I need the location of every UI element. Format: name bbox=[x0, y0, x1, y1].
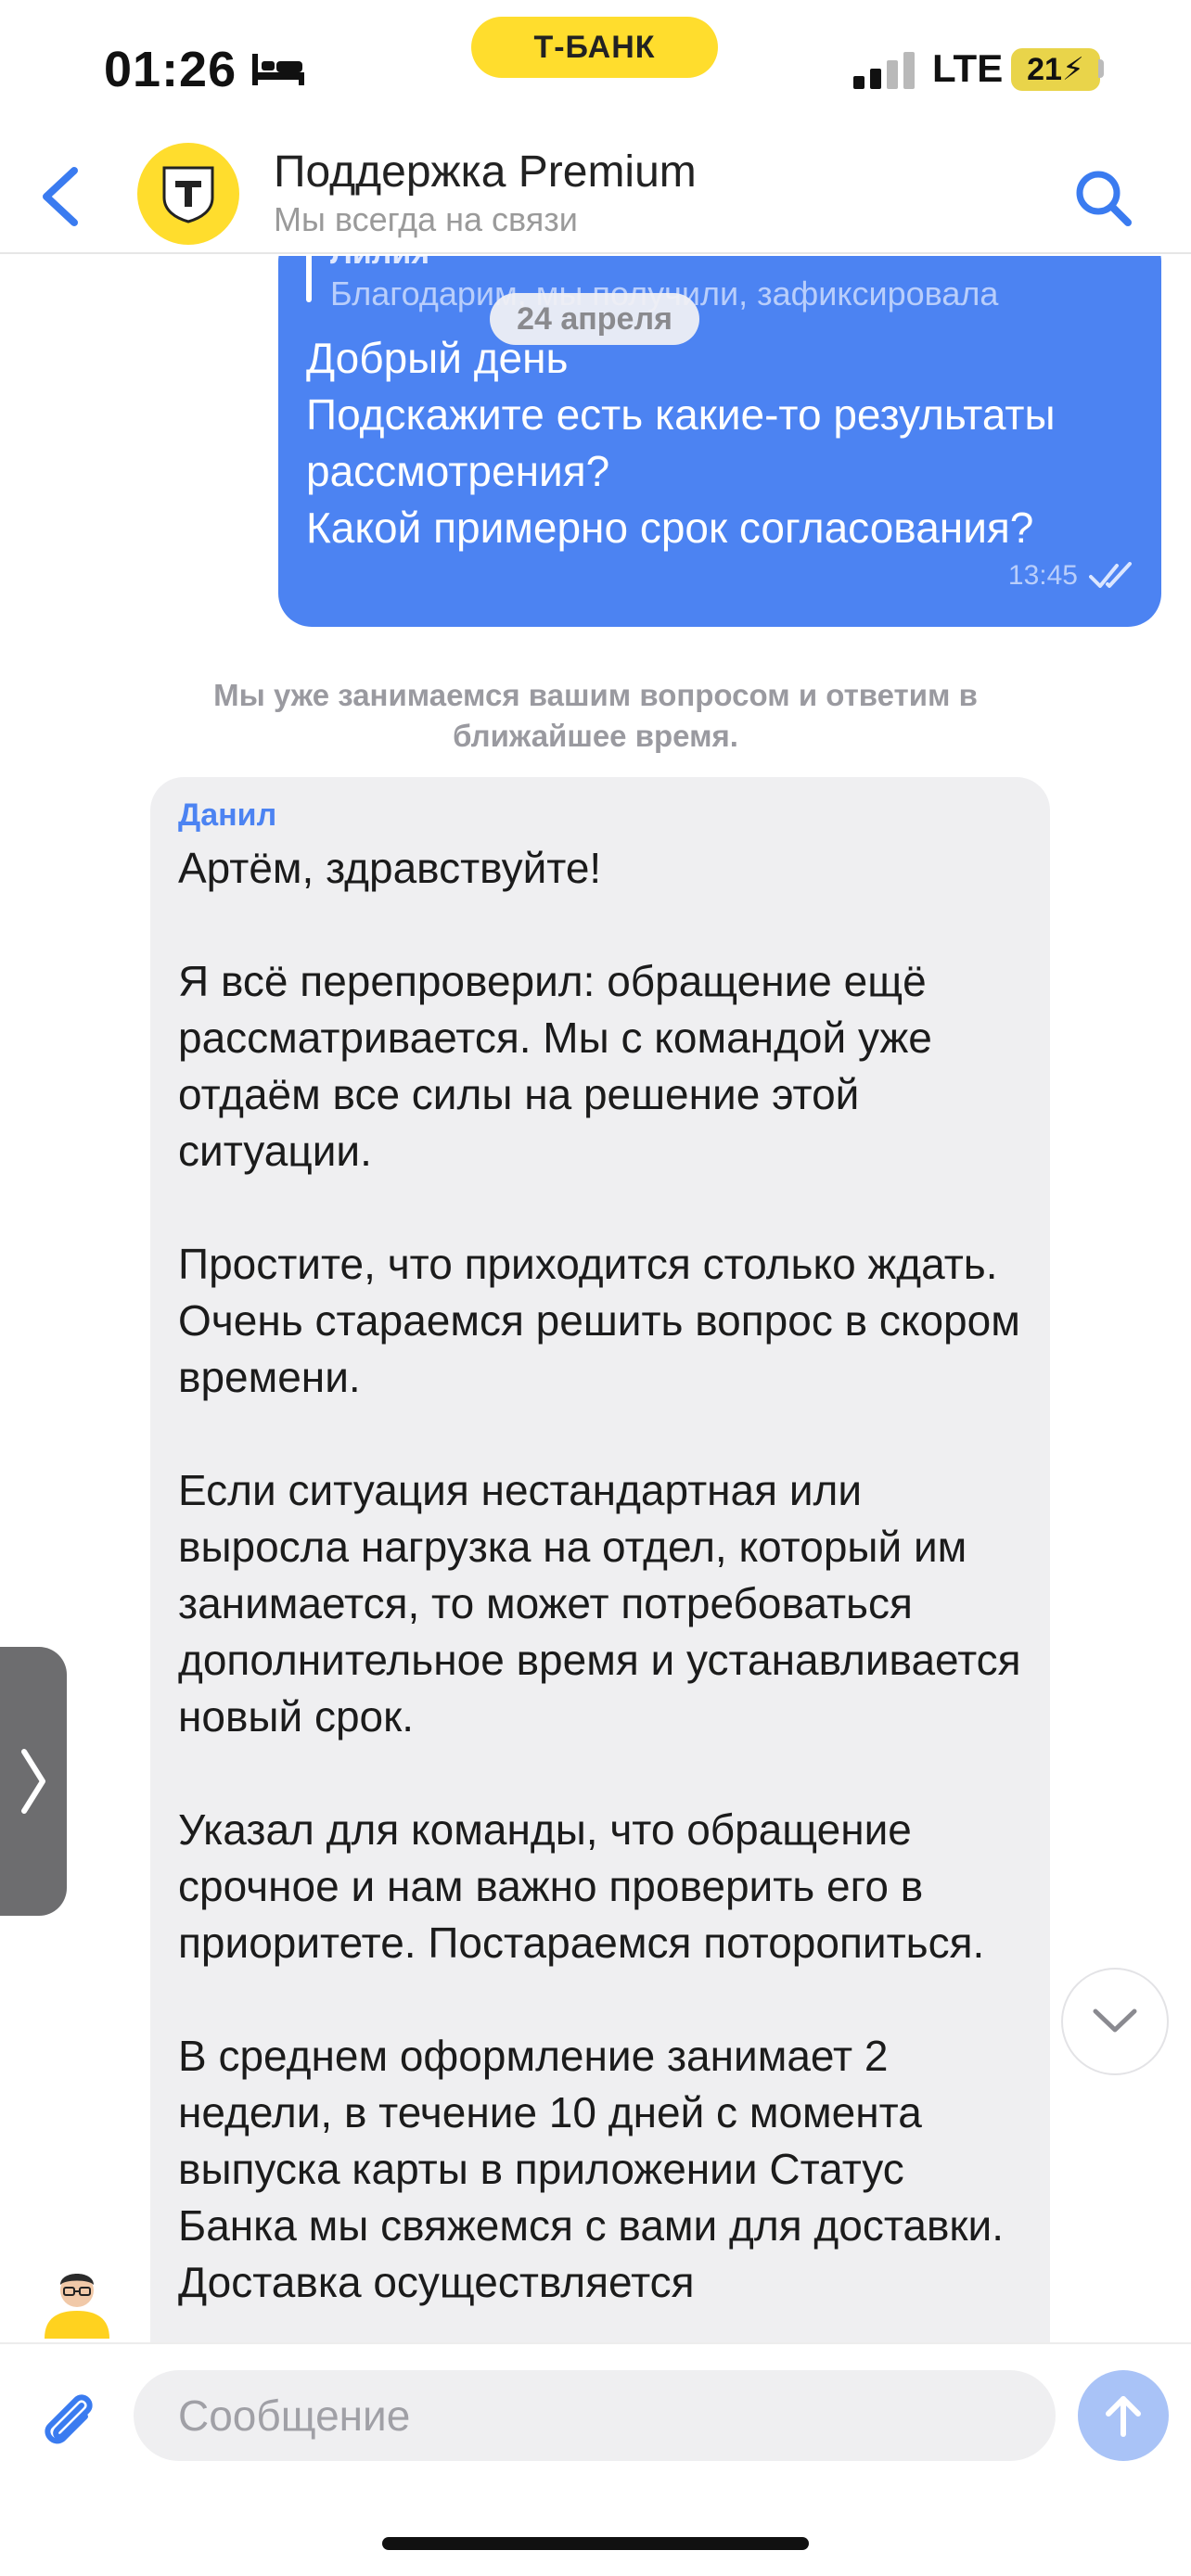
send-button[interactable] bbox=[1078, 2370, 1169, 2461]
incoming-message[interactable]: Данил Артём, здравствуйте! Я всё перепро… bbox=[150, 777, 1050, 2342]
chevron-right-icon bbox=[21, 1749, 45, 1814]
outgoing-message-text: Добрый день Подскажите есть какие-то рез… bbox=[306, 334, 1056, 552]
status-bar: 01:26 Т-БАНК LTE 21 ⚡ bbox=[0, 0, 1191, 139]
agent-avatar[interactable] bbox=[37, 2259, 117, 2339]
status-time: 01:26 bbox=[104, 42, 237, 97]
arrow-up-icon bbox=[1106, 2396, 1141, 2437]
outgoing-message[interactable]: Лилия Благодарим, мы получили, зафиксиро… bbox=[278, 256, 1161, 627]
search-icon[interactable] bbox=[1067, 161, 1141, 236]
bank-logo-icon bbox=[162, 166, 214, 223]
chat-title: Поддержка Premium bbox=[274, 147, 697, 197]
quote-author: Лилия bbox=[330, 256, 429, 272]
side-panel-handle[interactable] bbox=[0, 1647, 67, 1916]
back-chevron-icon[interactable] bbox=[28, 159, 93, 234]
message-composer bbox=[0, 2342, 1191, 2491]
paperclip-icon[interactable] bbox=[33, 2385, 104, 2455]
system-note: Мы уже занимаемся вашим вопросом и ответ… bbox=[213, 678, 978, 753]
carrier-badge: Т-БАНК bbox=[471, 17, 718, 78]
message-input[interactable] bbox=[134, 2370, 1056, 2461]
quote-text: Благодарим, мы получили, зафиксировала bbox=[330, 274, 999, 312]
chat-subtitle: Мы всегда на связи bbox=[274, 200, 578, 238]
battery-level: 21 bbox=[1027, 51, 1062, 87]
chat-header: Поддержка Premium Мы всегда на связи bbox=[0, 139, 1191, 254]
quote-bar bbox=[306, 256, 312, 302]
date-separator: 24 апреля bbox=[490, 293, 699, 345]
incoming-message-text: Артём, здравствуйте! Я всё перепроверил:… bbox=[178, 844, 1021, 2306]
scroll-down-button[interactable] bbox=[1061, 1968, 1169, 2075]
battery-indicator: 21 ⚡ bbox=[1011, 48, 1100, 91]
charging-icon: ⚡ bbox=[1061, 52, 1084, 87]
message-time: 13:45 bbox=[1007, 560, 1078, 591]
double-check-icon bbox=[1089, 562, 1132, 588]
sender-name: Данил bbox=[178, 797, 277, 833]
signal-icon bbox=[853, 52, 915, 89]
home-indicator bbox=[382, 2537, 809, 2550]
battery-tip bbox=[1098, 59, 1104, 78]
bank-logo-avatar[interactable] bbox=[137, 143, 239, 245]
network-label: LTE bbox=[932, 46, 1004, 90]
chevron-down-icon bbox=[1093, 2009, 1137, 2033]
chat-messages[interactable]: Лилия Благодарим, мы получили, зафиксиро… bbox=[0, 256, 1191, 2342]
bed-icon bbox=[252, 54, 304, 85]
